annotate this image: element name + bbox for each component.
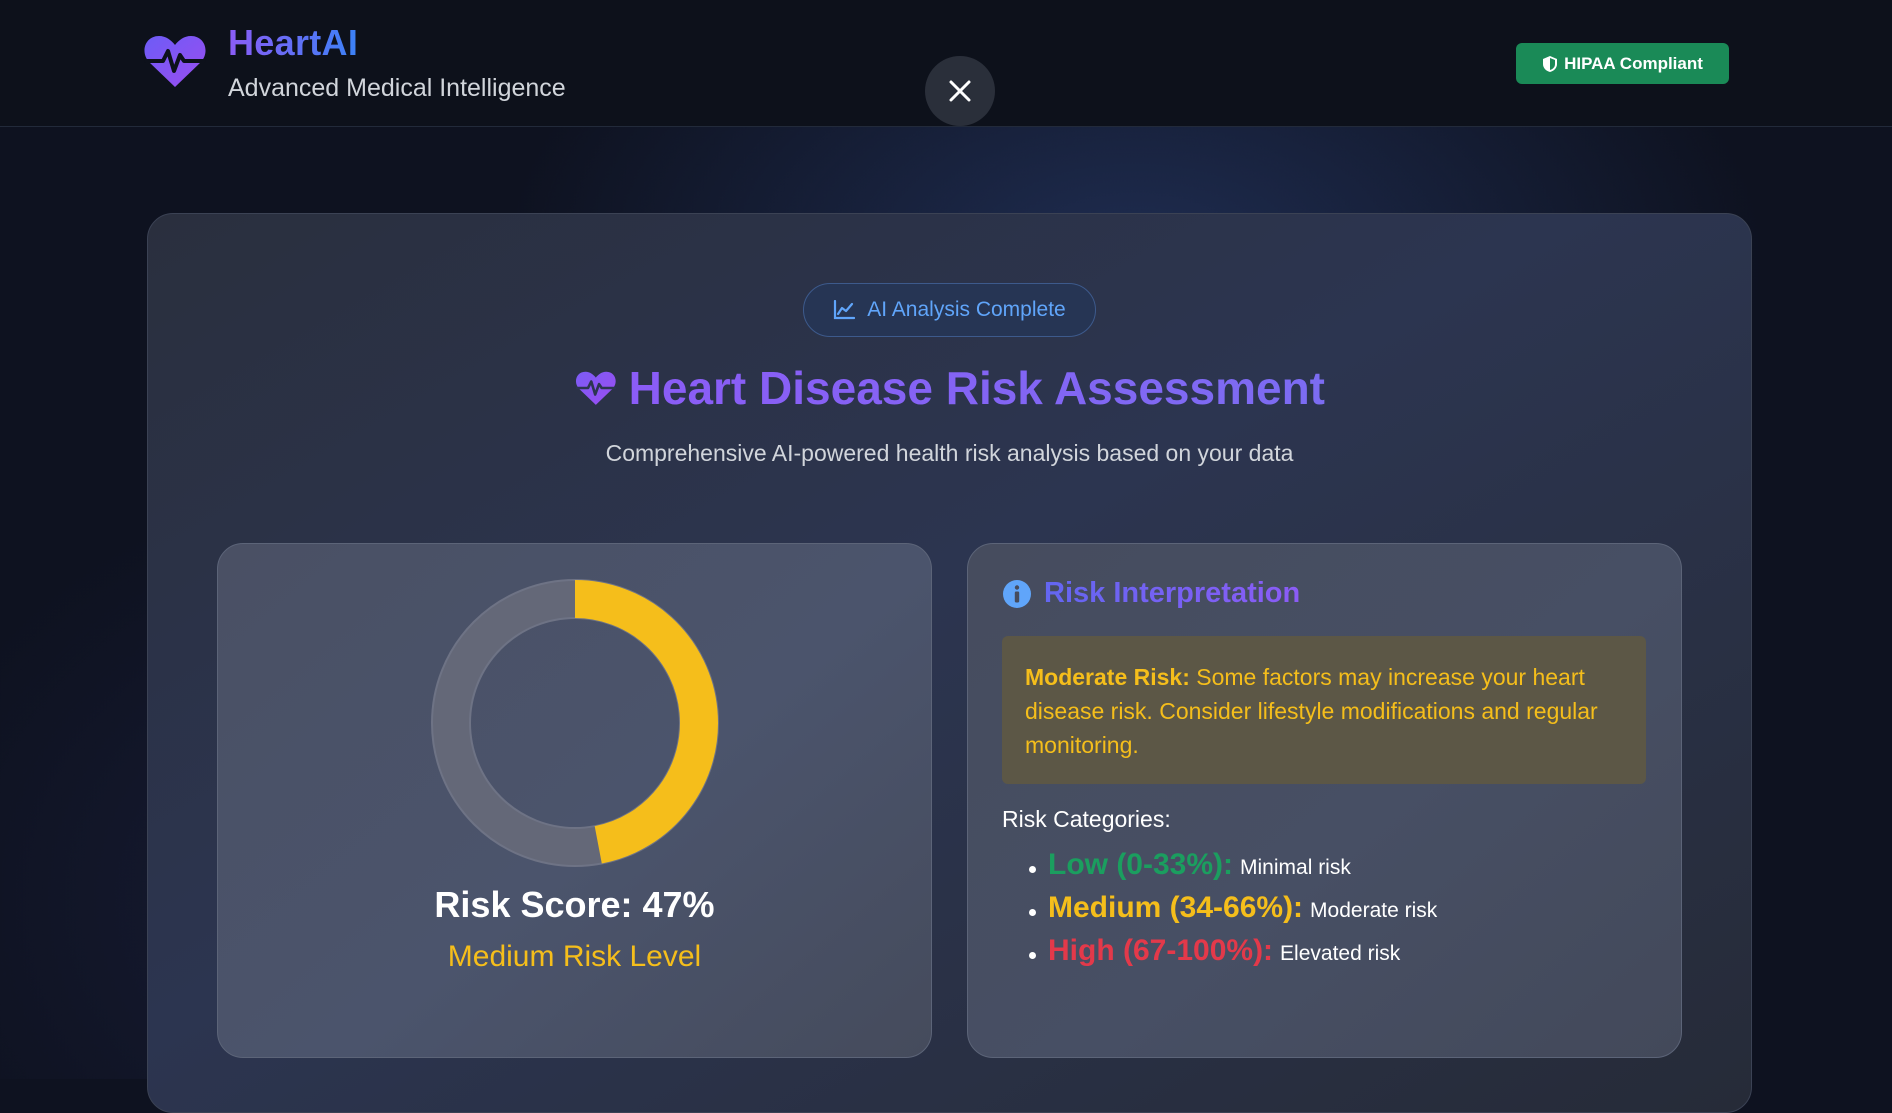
- shield-icon: [1543, 55, 1558, 72]
- risk-score-gauge: [431, 579, 719, 867]
- risk-level-label: Medium Risk Level: [447, 940, 702, 973]
- category-description: Elevated risk: [1280, 942, 1401, 965]
- close-button[interactable]: [925, 56, 995, 126]
- risk-categories-list: Low (0-33%): Minimal risk Medium (34-66%…: [1027, 848, 1437, 977]
- gauge-track-inner-edge: [469, 617, 681, 829]
- page-title: Heart Disease Risk Assessment: [628, 362, 1325, 414]
- category-description: Moderate risk: [1310, 899, 1438, 922]
- close-icon: [949, 80, 971, 102]
- app-tagline: Advanced Medical Intelligence: [228, 74, 566, 102]
- list-bullet: [1029, 866, 1036, 873]
- hipaa-badge-label: HIPAA Compliant: [1564, 53, 1703, 73]
- chart-line-icon: [834, 300, 856, 320]
- list-bullet: [1029, 952, 1036, 959]
- analysis-status-label: AI Analysis Complete: [867, 298, 1066, 321]
- risk-interpretation-title: Risk Interpretation: [1044, 577, 1301, 609]
- gauge-fill-arc: [574, 580, 718, 864]
- category-range: High (67-100%):: [1048, 934, 1274, 967]
- risk-interpretation-heading: Risk Interpretation: [1002, 577, 1300, 610]
- category-range: Medium (34-66%):: [1048, 891, 1304, 924]
- alert-heading: Moderate Risk:: [1025, 664, 1190, 690]
- heart-pulse-icon: [575, 371, 616, 405]
- app-header: HeartAI Advanced Medical Intelligence HI…: [0, 0, 1892, 127]
- page-subtitle: Comprehensive AI-powered health risk ana…: [605, 440, 1294, 466]
- risk-category-medium: Medium (34-66%): Moderate risk: [1027, 891, 1437, 934]
- list-bullet: [1029, 909, 1036, 916]
- info-icon: [1003, 579, 1031, 608]
- risk-category-high: High (67-100%): Elevated risk: [1027, 934, 1437, 977]
- analysis-status-pill: AI Analysis Complete: [803, 283, 1096, 337]
- heart-pulse-icon: [144, 36, 206, 87]
- risk-interpretation-panel: [967, 543, 1682, 1058]
- category-description: Minimal risk: [1240, 856, 1351, 879]
- moderate-risk-alert: Moderate Risk: Some factors may increase…: [1002, 636, 1646, 784]
- app-name: HeartAI: [228, 22, 359, 63]
- hipaa-compliant-badge: HIPAA Compliant: [1516, 43, 1729, 84]
- risk-category-low: Low (0-33%): Minimal risk: [1027, 848, 1437, 891]
- risk-score-value: Risk Score: 47%: [434, 884, 715, 925]
- category-range: Low (0-33%):: [1048, 848, 1234, 881]
- page-title-row: Heart Disease Risk Assessment: [575, 358, 1325, 418]
- risk-categories-heading: Risk Categories:: [1002, 806, 1171, 832]
